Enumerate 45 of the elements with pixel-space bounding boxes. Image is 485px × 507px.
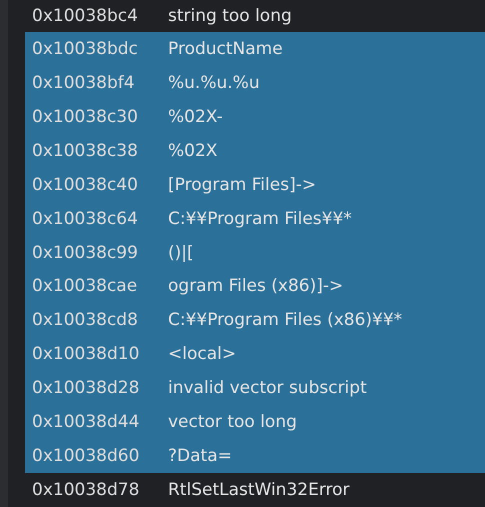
- address-text: 0x10038d60: [32, 446, 140, 466]
- address-text: 0x10038bc4: [32, 6, 139, 26]
- list-row[interactable]: 0x10038d10 <local>: [25, 337, 485, 372]
- list-row[interactable]: 0x10038c64 C:¥¥Program Files¥¥*: [25, 202, 485, 236]
- address-text: 0x10038c38: [32, 140, 139, 161]
- list-row[interactable]: 0x10038c38 %02X: [25, 134, 485, 168]
- list-row[interactable]: 0x10038bf4 %u.%u.%u: [25, 66, 485, 100]
- list-row[interactable]: 0x10038c40 [Program Files]->: [25, 168, 485, 202]
- list-row[interactable]: 0x10038d60 ?Data=: [25, 439, 485, 474]
- string-text: [Program Files]->: [168, 174, 316, 195]
- string-text: ogram Files (x86)]->: [168, 276, 344, 296]
- list-row[interactable]: 0x10038c30 %02X-: [25, 100, 485, 134]
- address-text: 0x10038c64: [32, 208, 139, 229]
- string-text: C:¥¥Program Files (x86)¥¥*: [168, 310, 402, 330]
- address-text: 0x10038d44: [32, 412, 140, 432]
- list-row[interactable]: 0x10038d28 invalid vector subscript: [25, 371, 485, 406]
- address-text: 0x10038d28: [32, 378, 140, 398]
- list-row[interactable]: 0x10038d44 vector too long: [25, 405, 485, 440]
- string-text: RtlSetLastWin32Error: [168, 480, 350, 500]
- list-row[interactable]: 0x10038c99 ()|[: [25, 236, 485, 270]
- list-row[interactable]: 0x10038bc4 string too long: [25, 0, 485, 32]
- list-row[interactable]: 0x10038d78 RtlSetLastWin32Error: [25, 473, 485, 507]
- string-text: C:¥¥Program Files¥¥*: [168, 208, 352, 229]
- list-row[interactable]: 0x10038cae ogram Files (x86)]->: [25, 270, 485, 304]
- address-text: 0x10038cd8: [32, 310, 139, 330]
- address-text: 0x10038bf4: [32, 72, 136, 93]
- string-text: ()|[: [168, 242, 194, 263]
- address-text: 0x10038d10: [32, 344, 140, 364]
- string-text: invalid vector subscript: [168, 378, 367, 398]
- string-text: <local>: [168, 344, 236, 364]
- address-text: 0x10038c99: [32, 242, 139, 263]
- string-text: ?Data=: [168, 446, 232, 466]
- address-text: 0x10038c30: [32, 106, 139, 127]
- string-text: %02X: [168, 140, 218, 161]
- string-text: string too long: [168, 6, 292, 26]
- address-text: 0x10038cae: [32, 276, 138, 296]
- string-text: ProductName: [168, 38, 283, 59]
- address-text: 0x10038d78: [32, 480, 140, 500]
- string-text: %u.%u.%u: [168, 72, 260, 93]
- list-row[interactable]: 0x10038cd8 C:¥¥Program Files (x86)¥¥*: [25, 303, 485, 338]
- address-text: 0x10038bdc: [32, 38, 139, 59]
- list-row[interactable]: 0x10038bdc ProductName: [25, 32, 485, 66]
- string-text: vector too long: [168, 412, 297, 432]
- string-text: %02X-: [168, 106, 223, 127]
- address-text: 0x10038c40: [32, 174, 139, 195]
